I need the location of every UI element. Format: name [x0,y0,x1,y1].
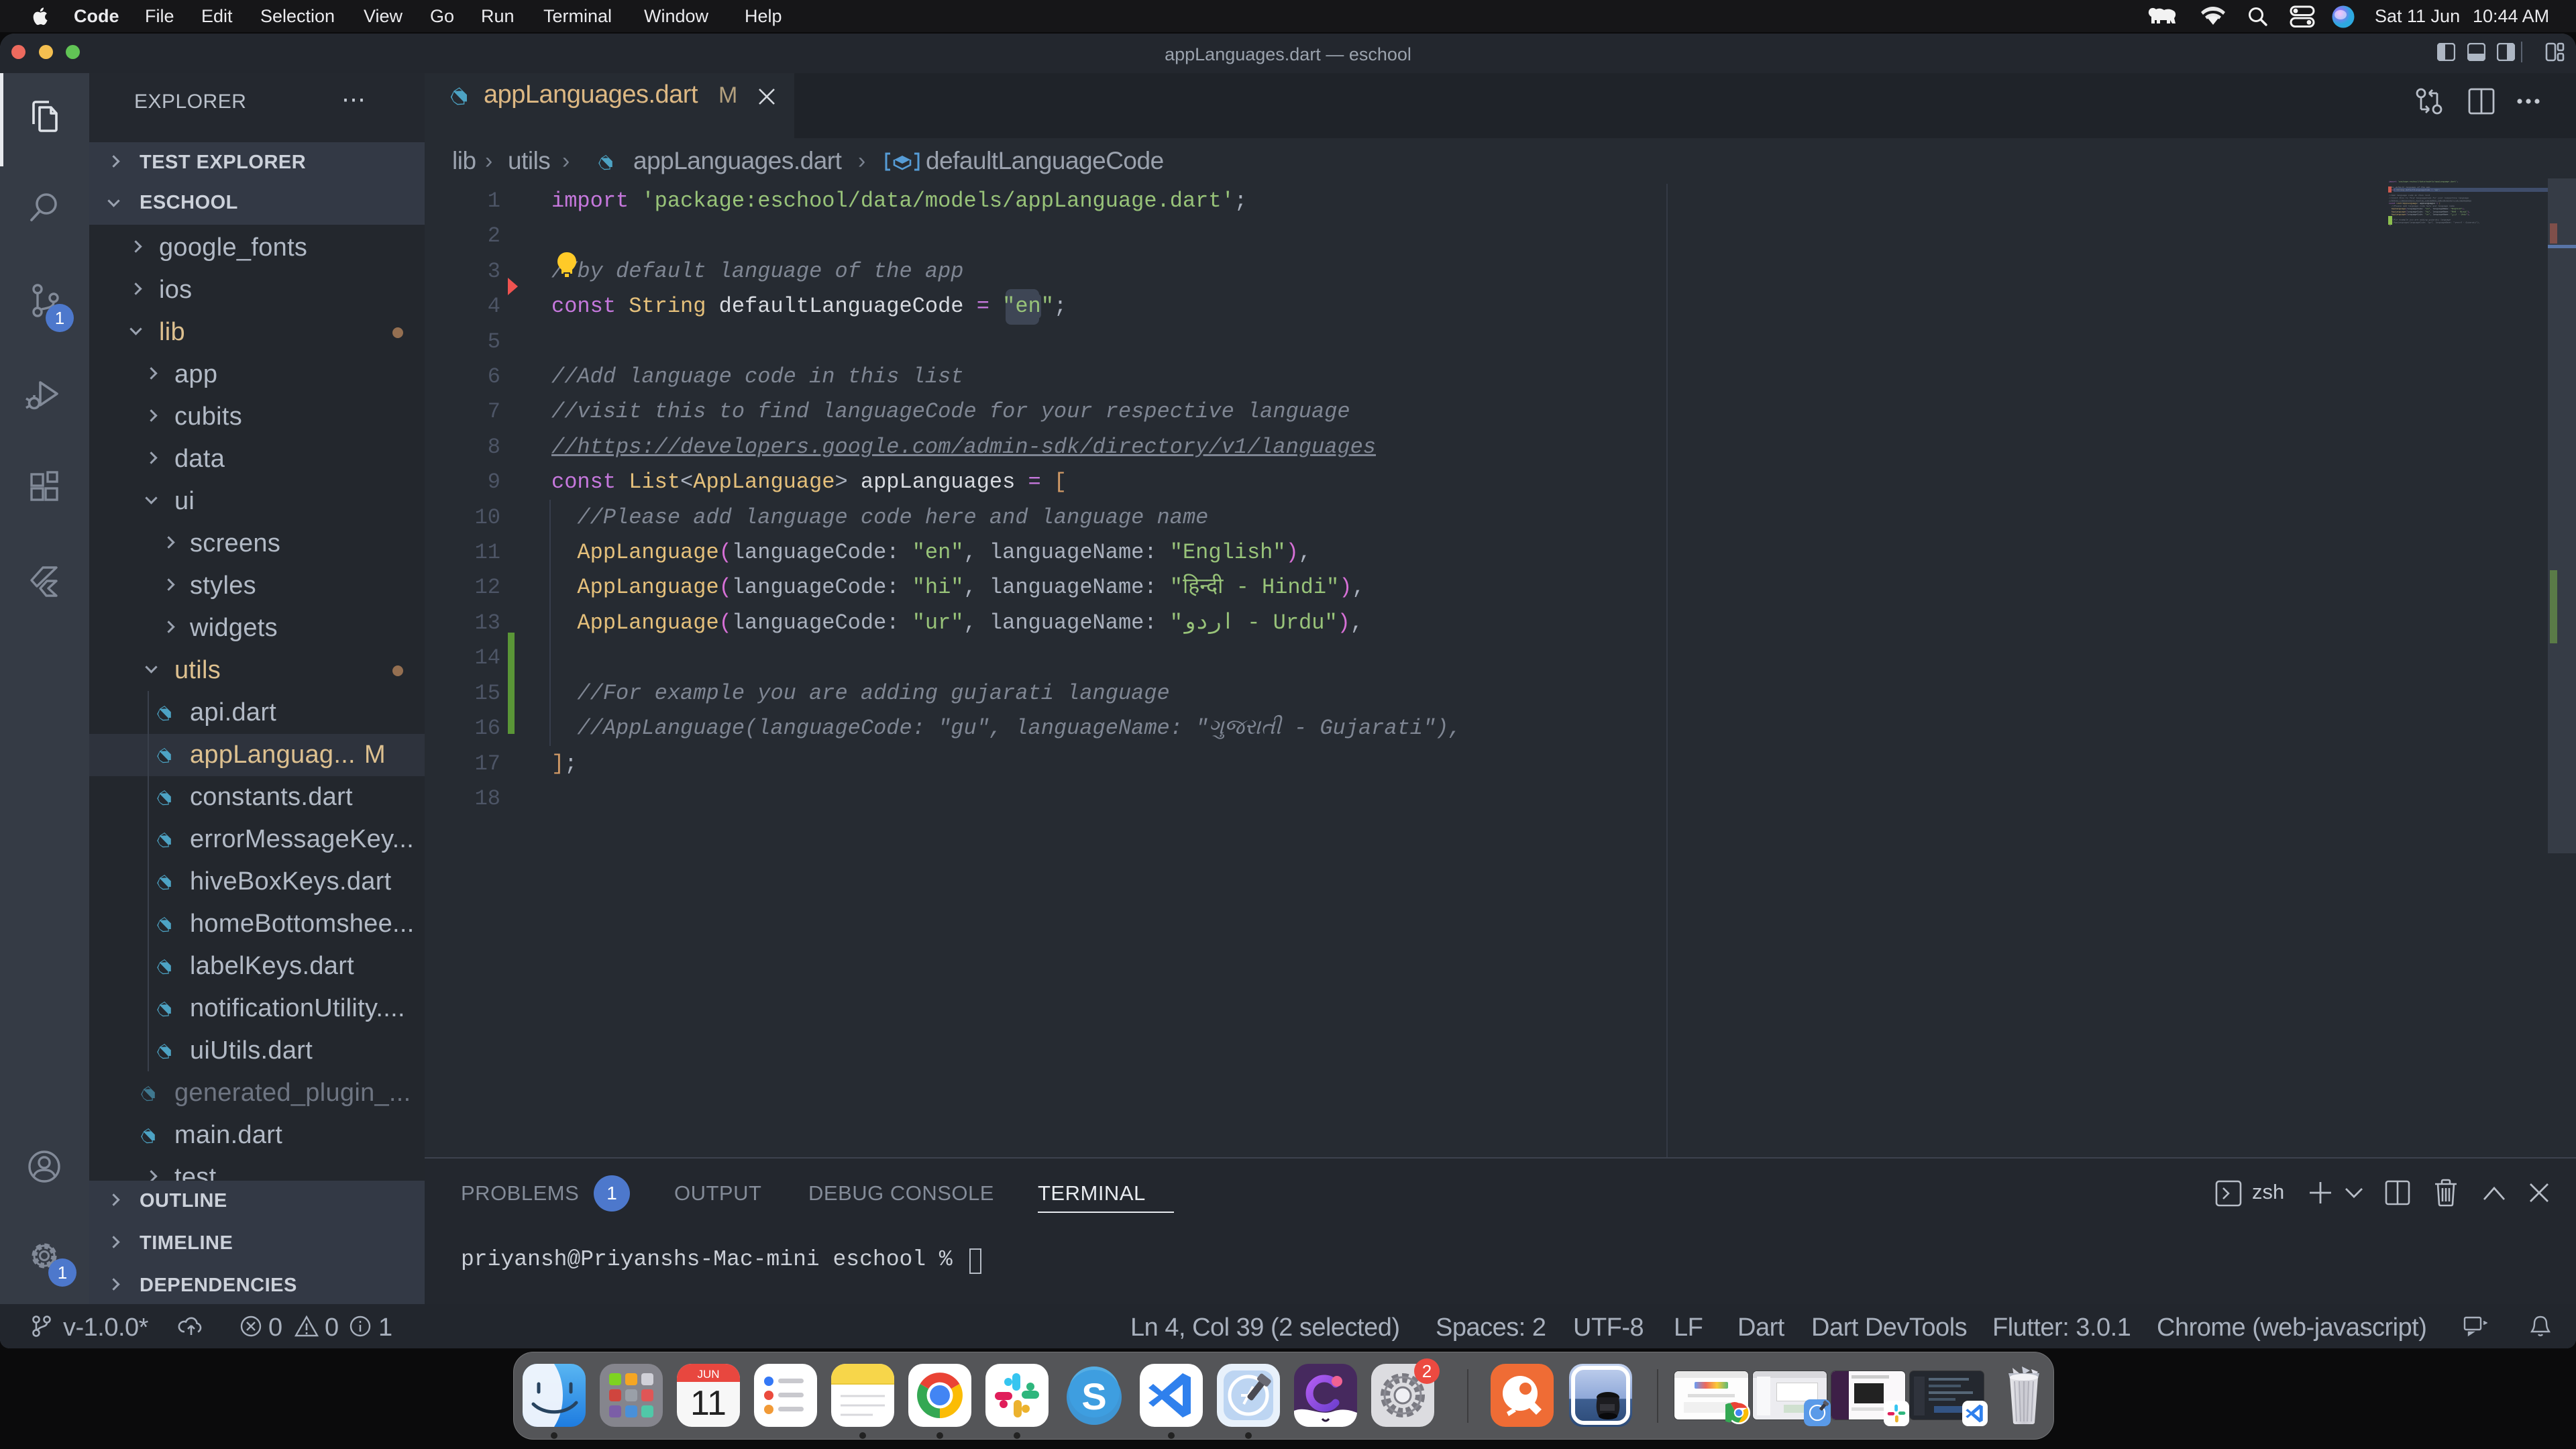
svg-text:JUN: JUN [697,1368,719,1381]
svg-text:11: 11 [690,1384,727,1423]
svg-text:S: S [1081,1375,1106,1417]
